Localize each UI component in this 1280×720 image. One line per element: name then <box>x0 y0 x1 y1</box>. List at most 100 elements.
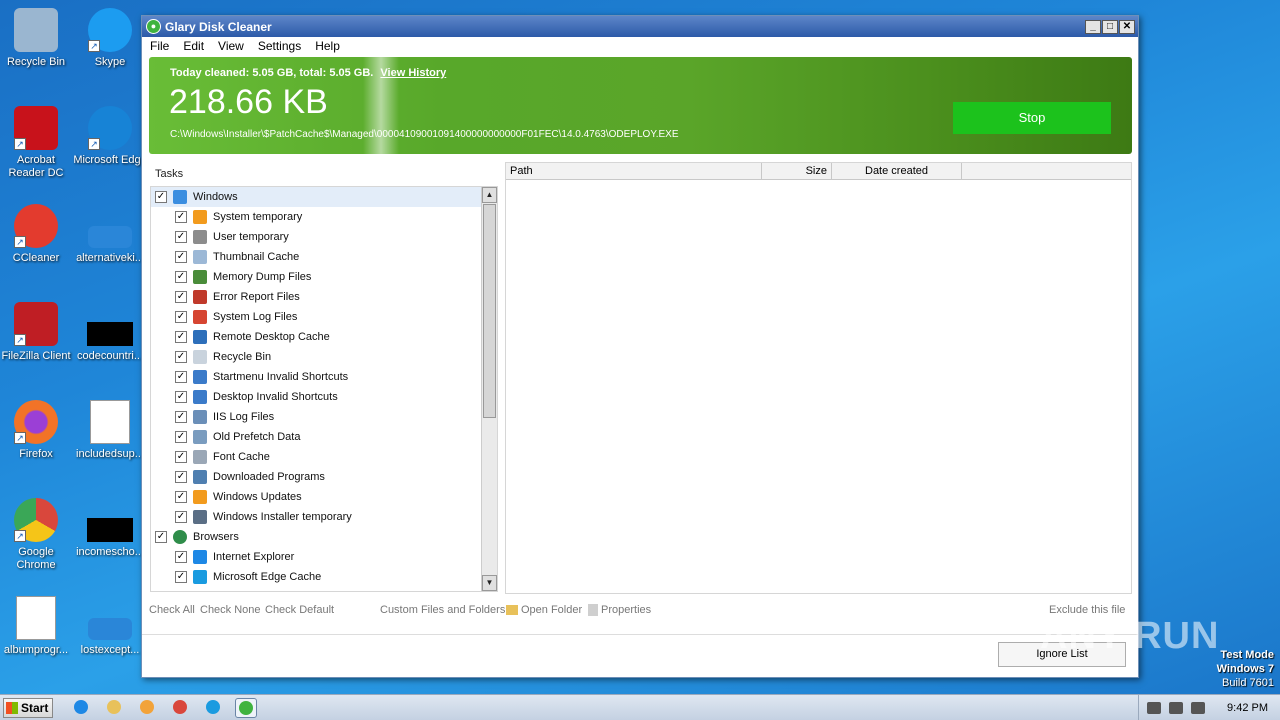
task-item[interactable]: ✓ System temporary <box>151 207 497 227</box>
menu-help[interactable]: Help <box>315 39 340 53</box>
desktop-icon-recycle-bin[interactable]: Recycle Bin <box>0 8 74 69</box>
clock[interactable]: 9:42 PM <box>1227 702 1268 714</box>
close-button[interactable]: ✕ <box>1119 19 1135 34</box>
task-item[interactable]: ✓ Font Cache <box>151 447 497 467</box>
task-item[interactable]: ✓ Windows Installer temporary <box>151 507 497 527</box>
desktop-icon-label: Skype <box>94 56 126 68</box>
task-checkbox[interactable]: ✓ <box>175 471 187 483</box>
desktop-icon-filezilla[interactable]: ↗ FileZilla Client <box>0 302 74 363</box>
stop-button[interactable]: Stop <box>953 102 1111 134</box>
column-path[interactable]: Path <box>506 163 762 179</box>
task-checkbox[interactable]: ✓ <box>175 431 187 443</box>
task-item[interactable]: ✓ Internet Explorer <box>151 547 497 567</box>
task-item-label: IIS Log Files <box>213 411 275 423</box>
edge-icon[interactable] <box>202 698 224 718</box>
desktop-icon-skype[interactable]: ↗ Skype <box>72 8 148 69</box>
task-checkbox[interactable]: ✓ <box>175 351 187 363</box>
desktop-icon-word-doc[interactable]: albumprogr... <box>0 596 74 657</box>
menu-settings[interactable]: Settings <box>258 39 301 53</box>
scroll-up-icon[interactable]: ▲ <box>482 187 497 203</box>
task-item[interactable]: ✓ IIS Log Files <box>151 407 497 427</box>
task-item[interactable]: ✓ Thumbnail Cache <box>151 247 497 267</box>
task-item[interactable]: ✓ Recycle Bin <box>151 347 497 367</box>
ie-icon[interactable] <box>70 698 92 718</box>
task-checkbox[interactable]: ✓ <box>175 551 187 563</box>
task-checkbox[interactable]: ✓ <box>175 511 187 523</box>
task-checkbox[interactable]: ✓ <box>175 211 187 223</box>
desktop-icon-chrome[interactable]: ↗ Google Chrome <box>0 498 74 572</box>
task-item[interactable]: ✓ Microsoft Edge Cache <box>151 567 497 587</box>
flag-icon[interactable] <box>1191 701 1206 714</box>
task-checkbox[interactable]: ✓ <box>175 231 187 243</box>
windows-flag-icon <box>193 210 207 224</box>
menu-edit[interactable]: Edit <box>183 39 204 53</box>
task-checkbox[interactable]: ✓ <box>175 571 187 583</box>
title-bar[interactable]: ● Glary Disk Cleaner _ □ ✕ <box>142 16 1138 37</box>
task-checkbox[interactable]: ✓ <box>175 251 187 263</box>
task-item[interactable]: ✓ Old Prefetch Data <box>151 427 497 447</box>
task-item[interactable]: ✓ User temporary <box>151 227 497 247</box>
task-item-label: Windows <box>193 191 238 203</box>
task-checkbox[interactable]: ✓ <box>175 331 187 343</box>
task-item-label: Internet Explorer <box>213 551 295 563</box>
task-checkbox[interactable]: ✓ <box>155 191 167 203</box>
minimize-button[interactable]: _ <box>1085 19 1101 34</box>
task-item[interactable]: ✓ Desktop Invalid Shortcuts <box>151 387 497 407</box>
menu-file[interactable]: File <box>150 39 169 53</box>
desktop-icon-word-doc[interactable]: includedsup... <box>72 400 148 461</box>
glary-icon-glyph <box>239 700 253 715</box>
task-item[interactable]: ✓ Windows Updates <box>151 487 497 507</box>
task-checkbox[interactable]: ✓ <box>175 371 187 383</box>
task-item[interactable]: ✓ Memory Dump Files <box>151 267 497 287</box>
task-item[interactable]: ✓ Windows <box>151 187 497 207</box>
scroll-thumb[interactable] <box>483 204 496 418</box>
properties-link[interactable]: Properties <box>588 604 651 617</box>
task-item[interactable]: ✓ Startmenu Invalid Shortcuts <box>151 367 497 387</box>
desktop-icon-file[interactable]: incomescho... <box>72 498 148 559</box>
folder-icon <box>506 605 518 616</box>
desktop-icon-ccleaner[interactable]: ↗ CCleaner <box>0 204 74 265</box>
task-item[interactable]: ✓ Remote Desktop Cache <box>151 327 497 347</box>
menu-view[interactable]: View <box>218 39 244 53</box>
desktop-icon-firefox[interactable]: ↗ Firefox <box>0 400 74 461</box>
view-history-link[interactable]: View History <box>380 67 446 79</box>
task-checkbox[interactable]: ✓ <box>175 411 187 423</box>
task-item[interactable]: ✓ Browsers <box>151 527 497 547</box>
desktop-icon-acrobat[interactable]: ↗ Acrobat Reader DC <box>0 106 74 180</box>
media-player-icon[interactable] <box>136 698 158 718</box>
custom-files-link[interactable]: Custom Files and Folders <box>380 604 505 616</box>
desktop-icon-file[interactable]: lostexcept... <box>72 596 148 657</box>
desktop-icon-edge[interactable]: ↗ Microsoft Edge <box>72 106 148 167</box>
task-checkbox[interactable]: ✓ <box>155 531 167 543</box>
desktop-icon-file[interactable]: alternativeki... <box>72 204 148 265</box>
check-all-link[interactable]: Check All <box>149 604 195 616</box>
scroll-down-icon[interactable]: ▼ <box>482 575 497 591</box>
column-date-created[interactable]: Date created <box>832 163 962 179</box>
open-folder-link[interactable]: Open Folder <box>506 604 582 616</box>
desktop-icon-label: Microsoft Edge <box>73 154 147 166</box>
chrome-icon[interactable] <box>169 698 191 718</box>
check-default-link[interactable]: Check Default <box>265 604 334 616</box>
edge-icon: ↗ <box>88 106 132 150</box>
column-size[interactable]: Size <box>762 163 832 179</box>
task-checkbox[interactable]: ✓ <box>175 391 187 403</box>
check-none-link[interactable]: Check None <box>200 604 261 616</box>
task-item[interactable]: ✓ Downloaded Programs <box>151 467 497 487</box>
speaker-icon[interactable] <box>1147 701 1162 714</box>
word-document-icon <box>16 596 56 640</box>
start-button[interactable]: Start <box>3 697 53 718</box>
desktop-icon-file[interactable]: codecountri... <box>72 302 148 363</box>
task-item[interactable]: ✓ System Log Files <box>151 307 497 327</box>
task-checkbox[interactable]: ✓ <box>175 271 187 283</box>
task-checkbox[interactable]: ✓ <box>175 491 187 503</box>
task-item[interactable]: ✓ Error Report Files <box>151 287 497 307</box>
task-checkbox[interactable]: ✓ <box>175 311 187 323</box>
glary-icon[interactable] <box>235 697 257 718</box>
maximize-button[interactable]: □ <box>1102 19 1118 34</box>
explorer-icon[interactable] <box>103 698 125 718</box>
tasks-scrollbar[interactable]: ▲ ▼ <box>481 187 497 591</box>
network-icon[interactable] <box>1169 701 1184 714</box>
task-checkbox[interactable]: ✓ <box>175 451 187 463</box>
desktop-icon-label: codecountri... <box>76 350 144 362</box>
task-checkbox[interactable]: ✓ <box>175 291 187 303</box>
